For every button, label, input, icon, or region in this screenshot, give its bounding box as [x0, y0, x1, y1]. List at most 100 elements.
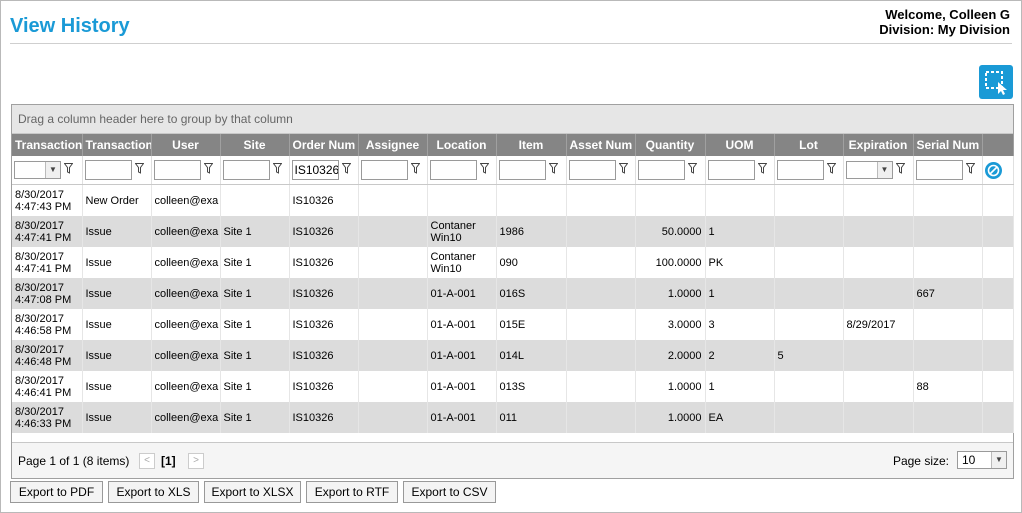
cell-serial — [913, 184, 983, 216]
table-row[interactable]: 8/30/2017 4:47:41 PM Issue colleen@exa Site … — [12, 216, 1014, 247]
filter-funnel-icon[interactable] — [895, 163, 905, 177]
pager: Page 1 of 1 (8 items) < [1] > Page size:… — [12, 442, 1013, 478]
filter-input[interactable] — [360, 160, 408, 180]
filter-funnel-icon[interactable] — [687, 163, 697, 177]
cell-lot — [774, 371, 844, 402]
filter-cell — [774, 156, 844, 185]
dropdown-arrow-icon[interactable]: ▼ — [991, 452, 1006, 468]
select-area-button[interactable] — [979, 65, 1013, 99]
cell-loc1-text: Contaner — [430, 219, 476, 232]
cell-loc1-text: Contaner — [430, 250, 476, 263]
order-num-filter-input[interactable]: IS10326 — [291, 160, 339, 180]
col-header[interactable]: Asset Num — [566, 134, 636, 156]
filter-cell: ▼ — [843, 156, 914, 185]
col-header[interactable]: Site — [220, 134, 290, 156]
dropdown-arrow-icon[interactable]: ▼ — [876, 162, 892, 178]
export-pdf-button[interactable]: Export to PDF — [10, 481, 103, 503]
cell-user: colleen@exa — [151, 247, 221, 278]
table-row[interactable]: 8/30/2017 4:46:41 PM Issue colleen@exa Site … — [12, 371, 1014, 402]
table-row[interactable]: 8/30/2017 4:46:33 PM Issue colleen@exa Site … — [12, 402, 1014, 433]
filter-input[interactable] — [498, 160, 546, 180]
current-page[interactable]: [1] — [161, 454, 176, 468]
history-table: Transaction Transaction User Site Order … — [12, 134, 1014, 433]
page-size-label: Page size: — [892, 454, 949, 468]
filter-input[interactable] — [222, 160, 270, 180]
cell-qty: 1.0000 — [635, 371, 706, 402]
cell-uom-text: 2 — [708, 349, 715, 362]
cell-lot — [774, 216, 844, 247]
cell-time-text: 4:46:58 PM — [15, 324, 72, 337]
expiration-filter-dropdown[interactable]: ▼ — [845, 161, 893, 179]
filter-input[interactable] — [776, 160, 824, 180]
cell-order: IS10326 — [289, 309, 359, 340]
filter-funnel-icon[interactable] — [618, 163, 628, 177]
filter-input[interactable] — [84, 160, 132, 180]
col-header[interactable]: Assignee — [358, 134, 428, 156]
col-header[interactable]: Order Num — [289, 134, 359, 156]
dropdown-arrow-icon[interactable]: ▼ — [45, 162, 60, 178]
cell-lot — [774, 247, 844, 278]
export-xlsx-button[interactable]: Export to XLSX — [204, 481, 301, 503]
table-row[interactable]: 8/30/2017 4:46:58 PM Issue colleen@exa Site … — [12, 309, 1014, 340]
filter-cell — [151, 156, 221, 185]
cell-type: Issue — [82, 340, 152, 371]
date-filter-dropdown[interactable]: ▼ — [14, 161, 61, 179]
filter-funnel-icon[interactable] — [63, 163, 74, 177]
col-header[interactable]: User — [151, 134, 221, 156]
filter-cell — [982, 156, 1014, 185]
cell-serial-text: 667 — [916, 287, 935, 300]
next-page-button[interactable]: > — [188, 453, 204, 469]
col-header[interactable]: Transaction — [82, 134, 152, 156]
cell-item: 013S — [496, 371, 567, 402]
cell-assignee — [358, 278, 428, 309]
table-row[interactable]: 8/30/2017 4:47:41 PM Issue colleen@exa Site … — [12, 247, 1014, 278]
table-row[interactable]: 8/30/2017 4:46:48 PM Issue colleen@exa Site … — [12, 340, 1014, 371]
cell-assignee — [358, 402, 428, 433]
cell-date: 8/30/2017 4:47:41 PM — [12, 247, 83, 278]
col-header[interactable]: Transaction — [12, 134, 83, 156]
table-row[interactable]: 8/30/2017 4:47:43 PM New Order colleen@exa I… — [12, 184, 1014, 216]
cell-qty-text: 1.0000 — [667, 411, 702, 424]
page-size-select[interactable]: 10 ▼ — [957, 451, 1007, 469]
filter-input[interactable] — [707, 160, 755, 180]
filter-input[interactable] — [153, 160, 201, 180]
col-header[interactable]: Location — [427, 134, 497, 156]
filter-funnel-icon[interactable] — [272, 163, 282, 177]
col-header[interactable]: Expiration — [843, 134, 914, 156]
filter-input[interactable] — [915, 160, 963, 180]
filter-funnel-icon[interactable] — [410, 163, 420, 177]
cell-user: colleen@exa — [151, 402, 221, 433]
cell-type-text: Issue — [85, 349, 112, 362]
filter-funnel-icon[interactable] — [341, 163, 351, 177]
filter-funnel-icon[interactable] — [965, 163, 975, 177]
filter-funnel-icon[interactable] — [479, 163, 489, 177]
filter-funnel-icon[interactable] — [134, 163, 144, 177]
filter-cell — [427, 156, 497, 185]
cell-user: colleen@exa — [151, 184, 221, 216]
col-header[interactable]: Quantity — [635, 134, 706, 156]
filter-input[interactable] — [637, 160, 685, 180]
filter-funnel-icon[interactable] — [757, 163, 767, 177]
cell-date-text: 8/30/2017 — [15, 374, 64, 387]
export-rtf-button[interactable]: Export to RTF — [306, 481, 398, 503]
col-header[interactable]: UOM — [705, 134, 775, 156]
col-header-empty — [982, 134, 1014, 156]
filter-funnel-icon[interactable] — [548, 163, 558, 177]
filter-funnel-icon[interactable] — [203, 163, 213, 177]
filter-input[interactable] — [568, 160, 616, 180]
cell-user-text: colleen@exa — [154, 411, 219, 424]
clear-filter-icon[interactable] — [984, 161, 1002, 179]
filter-funnel-icon[interactable] — [826, 163, 836, 177]
cell-time-text: 4:46:41 PM — [15, 386, 72, 399]
table-row[interactable]: 8/30/2017 4:47:08 PM Issue colleen@exa Site … — [12, 278, 1014, 309]
export-csv-button[interactable]: Export to CSV — [403, 481, 496, 503]
filter-input[interactable] — [429, 160, 477, 180]
col-header[interactable]: Item — [496, 134, 567, 156]
header-row: Transaction Transaction User Site Order … — [12, 134, 1014, 156]
prev-page-button[interactable]: < — [139, 453, 155, 469]
export-xls-button[interactable]: Export to XLS — [108, 481, 199, 503]
col-header[interactable]: Lot — [774, 134, 844, 156]
cell-user-text: colleen@exa — [154, 256, 219, 269]
col-header[interactable]: Serial Num — [913, 134, 983, 156]
group-panel[interactable]: Drag a column header here to group by th… — [12, 105, 1013, 134]
